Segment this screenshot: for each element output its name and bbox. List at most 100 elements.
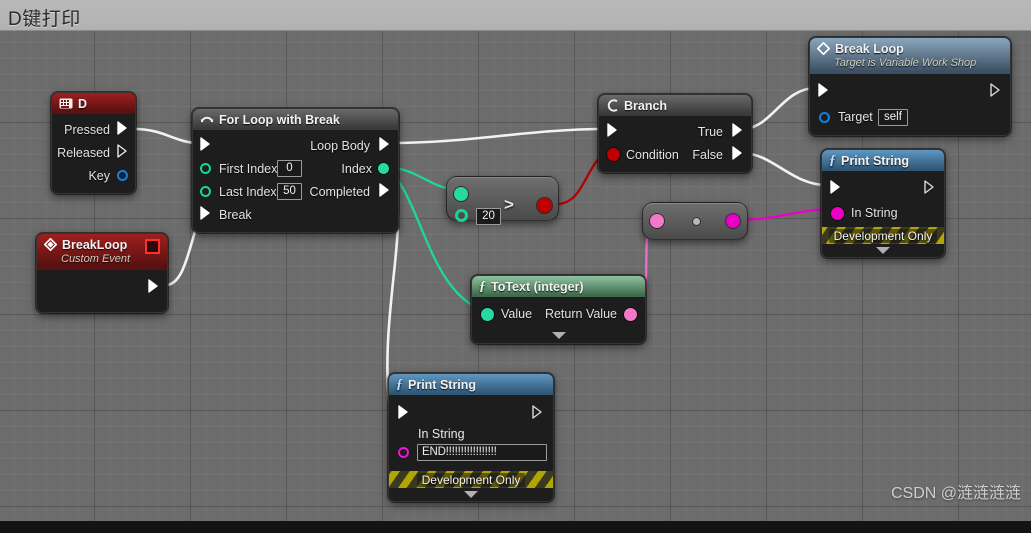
node-header: Branch (599, 95, 751, 116)
node-body: Value Return Value (472, 297, 645, 343)
development-only-strip: Development Only (389, 471, 553, 488)
pin-row-break[interactable]: Break (193, 203, 398, 226)
node-header: Break Loop Target is Variable Work Shop (810, 38, 1010, 74)
node-print-string-bottom[interactable]: ƒ Print String In String END!!!!!!!!!!!!… (388, 373, 554, 502)
expand-caret-icon[interactable] (389, 488, 553, 501)
pin-row-target[interactable]: Target self (810, 105, 1010, 129)
pin-label-break: Break (219, 207, 252, 222)
delegate-pin[interactable] (145, 239, 160, 254)
data-pin-value[interactable] (481, 307, 494, 321)
exec-pin-in[interactable] (818, 83, 829, 100)
input-in-string[interactable]: END!!!!!!!!!!!!!!!!! (417, 444, 547, 461)
data-pin-result[interactable] (537, 198, 552, 213)
input-target-value[interactable]: self (878, 108, 908, 126)
node-branch[interactable]: Branch True Condition False (598, 94, 752, 173)
pin-row-key[interactable]: Key (52, 164, 135, 187)
pin-label-released: Released (57, 145, 110, 160)
pin-label-first-index: First Index (219, 161, 278, 176)
node-body: Pressed Released Key (52, 114, 135, 193)
expand-caret-icon[interactable] (822, 244, 944, 257)
node-print-string-right[interactable]: ƒ Print String In String Development Onl… (821, 149, 945, 258)
data-pin-condition[interactable] (607, 148, 620, 161)
exec-pin-in[interactable] (398, 404, 409, 422)
node-break-loop[interactable]: Break Loop Target is Variable Work Shop … (809, 37, 1011, 136)
pin-label-true: True (697, 124, 723, 139)
data-pin-in-string[interactable] (831, 206, 844, 220)
event-diamond-icon (44, 238, 57, 251)
exec-pin-pressed[interactable] (117, 121, 128, 138)
pin-row-exec[interactable] (389, 399, 553, 427)
pin-row-exec[interactable] (822, 175, 944, 201)
data-pin-first-index[interactable] (200, 163, 211, 174)
blueprint-graph-canvas[interactable]: D Pressed Released Key BreakLoop Custom … (0, 30, 1031, 521)
pin-row-exec-in[interactable]: True (599, 120, 751, 143)
exec-pin-completed[interactable] (379, 183, 390, 200)
development-only-label: Development Only (828, 228, 938, 243)
exec-pin-loop-body[interactable] (379, 137, 390, 154)
node-header: D (52, 93, 135, 114)
node-title: D (78, 96, 88, 111)
node-title: For Loop with Break (219, 112, 340, 127)
wire-true-to-breakloop (741, 86, 817, 131)
node-body: Loop Body First Index 0 Index Last Index… (193, 130, 398, 232)
exec-pin-break[interactable] (200, 206, 211, 223)
input-last-index[interactable]: 50 (277, 183, 302, 200)
exec-pin-released[interactable] (117, 144, 128, 161)
exec-pin-out[interactable] (148, 278, 159, 296)
exec-pin-in[interactable] (200, 137, 211, 154)
data-pin-last-index[interactable] (200, 186, 211, 197)
pin-row-condition[interactable]: Condition False (599, 143, 751, 166)
exec-pin-in[interactable] (607, 123, 618, 140)
pin-row-in-string[interactable]: In String END!!!!!!!!!!!!!!!!! (389, 427, 553, 469)
pin-label-condition: Condition (626, 147, 679, 162)
node-subtitle: Target is Variable Work Shop (834, 57, 977, 69)
exec-pin-true[interactable] (732, 123, 743, 140)
data-pin-b[interactable] (455, 209, 468, 222)
expand-caret-icon[interactable] (472, 327, 645, 343)
data-pin-out[interactable] (726, 214, 740, 228)
data-pin-key[interactable] (117, 170, 128, 181)
node-title: Print String (841, 153, 910, 168)
pin-row-pressed[interactable]: Pressed (52, 118, 135, 141)
blueprint-editor: D键打印 D Pressed Released Key BreakLoop Cu… (0, 0, 1031, 533)
data-pin-target[interactable] (819, 111, 830, 123)
pin-row-exec-out[interactable] (37, 274, 167, 300)
input-first-index[interactable]: 0 (277, 160, 302, 177)
input-b-value[interactable]: 20 (476, 208, 501, 225)
pin-row-last-index[interactable]: Last Index 50 Completed (193, 180, 398, 203)
pin-row-in-string[interactable]: In String (822, 201, 944, 225)
pin-row-value[interactable]: Value Return Value (472, 301, 645, 327)
pin-label-target: Target (838, 110, 873, 124)
node-text-to-string[interactable] (642, 202, 748, 240)
exec-pin-in[interactable] (830, 179, 841, 197)
exec-pin-false[interactable] (732, 146, 743, 163)
node-title: BreakLoop (62, 237, 128, 252)
wire-pressed-to-forloop (133, 127, 200, 145)
watermark: CSDN @涟涟涟涟 (890, 485, 1021, 502)
loop-icon (200, 114, 214, 126)
data-pin-index[interactable] (378, 163, 389, 174)
pin-row-exec-in[interactable]: Loop Body (193, 134, 398, 157)
node-to-text-integer[interactable]: ƒ ToText (integer) Value Return Value (471, 275, 646, 344)
exec-pin-out[interactable] (924, 179, 935, 197)
exec-pin-out[interactable] (532, 404, 543, 422)
pin-row-released[interactable]: Released (52, 141, 135, 164)
data-pin-in[interactable] (650, 214, 664, 228)
data-pin-a[interactable] (454, 187, 468, 201)
wire-loopbody-to-branch (390, 127, 606, 145)
data-pin-return-value[interactable] (624, 307, 637, 321)
node-body: In String Development Only (822, 171, 944, 257)
node-for-loop-with-break[interactable]: For Loop with Break Loop Body First Inde… (192, 108, 399, 233)
node-header: BreakLoop Custom Event (37, 234, 167, 270)
pin-row-exec[interactable] (810, 78, 1010, 105)
node-body: In String END!!!!!!!!!!!!!!!!! Developme… (389, 395, 553, 501)
pin-label-completed: Completed (309, 184, 370, 199)
pin-label-index: Index (341, 161, 372, 176)
pin-row-first-index[interactable]: First Index 0 Index (193, 157, 398, 180)
node-key-event-d[interactable]: D Pressed Released Key (51, 92, 136, 194)
node-custom-event-breakloop[interactable]: BreakLoop Custom Event (36, 233, 168, 313)
node-greater-than[interactable]: 20 > (446, 176, 559, 225)
exec-pin-out[interactable] (990, 83, 1001, 100)
data-pin-in-string[interactable] (398, 447, 409, 458)
pin-label-last-index: Last Index (219, 184, 277, 199)
